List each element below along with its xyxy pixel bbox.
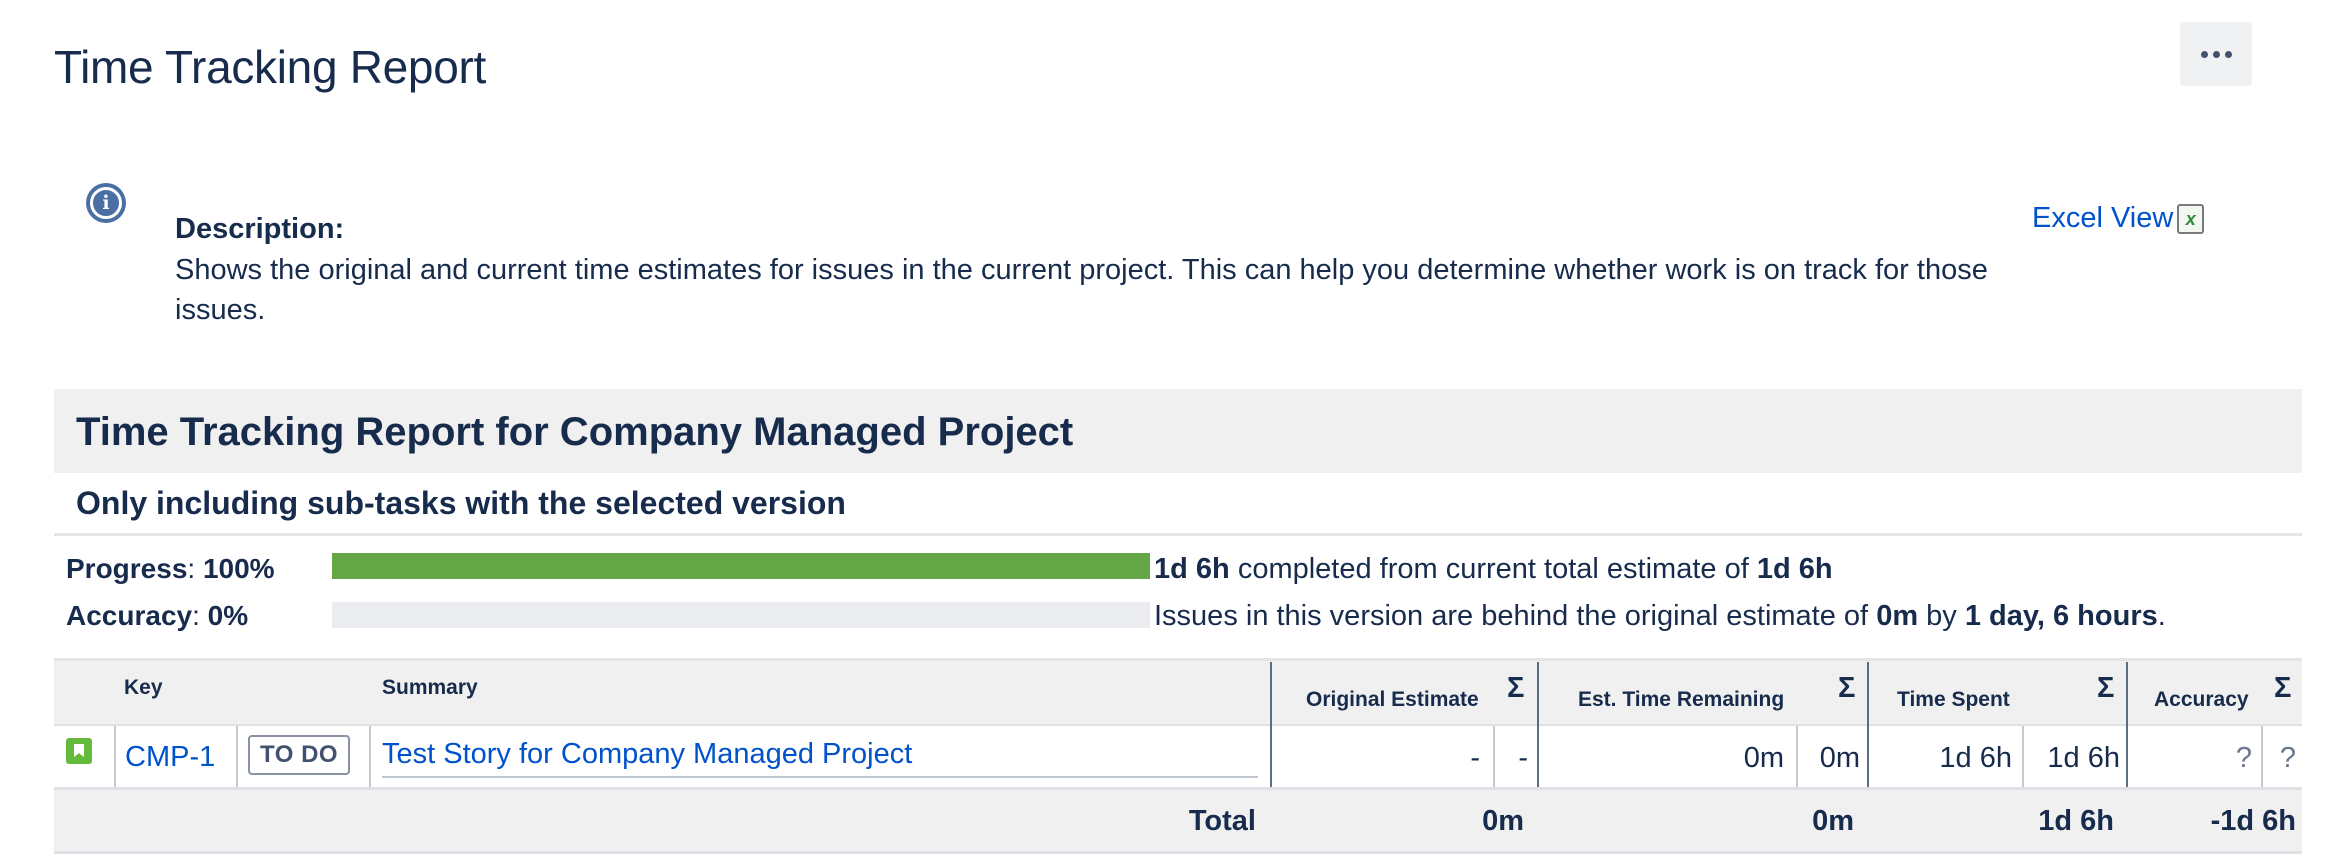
cell-remaining-sum: 0m	[1819, 742, 1860, 774]
report-subtitle: Only including sub-tasks with the select…	[76, 485, 846, 521]
column-header-remaining[interactable]: Est. Time Remaining	[1578, 688, 1784, 712]
total-time-spent: 1d 6h	[2038, 805, 2114, 837]
issue-summary-link[interactable]: Test Story for Company Managed Project	[382, 738, 912, 771]
progress-bar-fill	[332, 553, 1150, 579]
more-dot	[2224, 50, 2232, 58]
page-title: Time Tracking Report	[54, 41, 486, 93]
progress-label: Progress: 100%	[66, 553, 275, 584]
report-title: Time Tracking Report for Company Managed…	[76, 410, 1074, 454]
column-header-original-estimate[interactable]: Original Estimate	[1306, 688, 1479, 712]
excel-icon: x	[2177, 203, 2205, 234]
more-actions-button[interactable]	[2180, 22, 2252, 86]
column-header-key[interactable]: Key	[124, 676, 163, 700]
story-icon	[66, 738, 92, 764]
description-label: Description:	[175, 213, 345, 245]
total-accuracy: -1d 6h	[2210, 805, 2296, 837]
column-separator	[1796, 726, 1798, 787]
total-original-estimate: 0m	[1482, 805, 1524, 837]
column-header-time-spent[interactable]: Time Spent	[1897, 688, 2010, 712]
description-text: Shows the original and current time esti…	[175, 254, 1988, 326]
total-label: Total	[1188, 805, 1256, 837]
column-separator	[236, 726, 238, 787]
info-glyph: i	[90, 187, 122, 219]
column-separator	[369, 726, 371, 787]
progress-spent: 1d 6h	[1154, 553, 1230, 585]
cell-original-estimate: -	[1470, 742, 1480, 774]
cell-accuracy: ?	[2235, 742, 2252, 774]
cell-time-spent-sum: 1d 6h	[2047, 742, 2120, 774]
column-separator	[114, 726, 116, 787]
accuracy-behind: 1 day, 6 hours	[1964, 600, 2158, 632]
progress-value: 100%	[202, 553, 275, 584]
accuracy-bar	[332, 602, 1150, 628]
bookmark-icon	[74, 744, 84, 757]
progress-label-text: Progress	[66, 553, 188, 584]
accuracy-text-start: Issues in this version are behind the or…	[1154, 600, 1869, 632]
more-horizontal-icon	[2200, 50, 2208, 58]
cell-original-estimate-sum: -	[1518, 742, 1528, 774]
excel-view-label: Excel View	[2032, 202, 2174, 234]
total-remaining: 0m	[1812, 805, 1854, 837]
divider	[54, 724, 2302, 726]
accuracy-end: .	[2157, 600, 2166, 632]
progress-summary: 1d 6h completed from current total estim…	[1154, 553, 1833, 586]
total-row	[54, 790, 2302, 854]
column-header-accuracy[interactable]: Accuracy	[2154, 688, 2249, 712]
summary-underline	[382, 776, 1258, 778]
sigma-icon: Σ	[1507, 672, 1525, 704]
excel-view-link[interactable]: Excel View x	[2032, 202, 2205, 235]
issue-key-link[interactable]: CMP-1	[125, 741, 215, 774]
status-badge: TO DO	[248, 735, 351, 775]
progress-text-mid: completed from current total estimate of	[1237, 553, 1749, 585]
accuracy-original: 0m	[1876, 600, 1919, 632]
column-separator	[2261, 726, 2263, 787]
accuracy-label: Accuracy: 0%	[66, 600, 249, 631]
sigma-icon: Σ	[2274, 672, 2292, 704]
info-icon: i	[86, 183, 126, 223]
cell-remaining: 0m	[1743, 742, 1784, 774]
sigma-icon: Σ	[2097, 672, 2115, 704]
more-dot	[2212, 50, 2220, 58]
sigma-icon: Σ	[1838, 672, 1856, 704]
divider	[54, 533, 2302, 536]
accuracy-by: by	[1926, 600, 1957, 632]
accuracy-value: 0%	[207, 600, 249, 631]
column-separator	[2022, 726, 2024, 787]
accuracy-label-text: Accuracy	[66, 600, 193, 631]
cell-accuracy-sum: ?	[2279, 742, 2296, 774]
progress-bar	[332, 553, 1150, 579]
column-header-summary[interactable]: Summary	[382, 676, 478, 700]
progress-estimate: 1d 6h	[1756, 553, 1833, 585]
accuracy-summary: Issues in this version are behind the or…	[1154, 600, 2166, 633]
column-separator	[1493, 726, 1495, 787]
cell-time-spent: 1d 6h	[1939, 742, 2012, 774]
